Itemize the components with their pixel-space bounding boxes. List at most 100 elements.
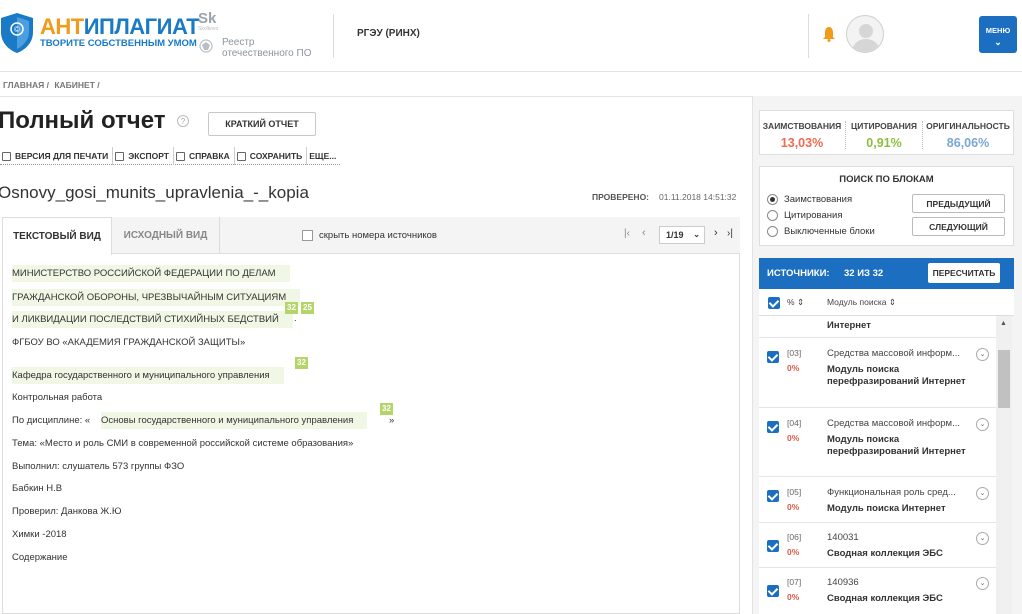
source-module: Модуль поиска перефразирований Интернет [827,434,966,457]
hide-source-numbers-checkbox[interactable] [302,230,313,241]
first-page-icon[interactable]: |‹ [624,228,630,239]
list-item[interactable]: [05] 0% Функциональная роль сред... Моду… [759,477,996,523]
list-item[interactable]: [06] 0% 140031 Сводная коллекция ЭБС ⌄ [759,523,996,568]
source-percent: 0% [787,502,800,512]
source-number: [07] [787,577,802,587]
doc-line: Контрольная работа [12,392,103,403]
antiplagiat-shield-icon[interactable]: © [0,12,34,54]
export-icon [115,151,125,161]
source-module: Сводная коллекция ЭБС [827,593,943,604]
doc-line: Проверил: Данкова Ж.Ю [12,506,122,517]
radio-borrowings[interactable] [767,194,778,205]
last-page-icon[interactable]: ›| [727,228,733,239]
avatar[interactable] [846,15,884,53]
source-percent: 0% [787,363,800,373]
source-module: Модуль поиска Интернет [827,503,946,514]
print-version-label: ВЕРСИЯ ДЛЯ ПЕЧАТИ [15,151,109,161]
page-select[interactable]: 1/19 ⌄ [659,226,705,244]
list-item[interactable]: [04] 0% Средства массовой информ... Моду… [759,408,996,477]
list-item[interactable]: [07] 0% 140936 Сводная коллекция ЭБС ⌄ [759,568,996,614]
citations-value: 0,91% [866,136,902,150]
prev-page-icon[interactable]: ‹ [642,227,646,239]
tab-source-view[interactable]: ИСХОДНЫЙ ВИД [112,217,220,254]
brand-name[interactable]: АНТИПЛАГИАТ [40,14,200,40]
organization-name: РГЭУ (РИНХ) [357,28,420,39]
borrowings-label: ЗАИМСТВОВАНИЯ [762,121,842,131]
scroll-up-icon[interactable]: ▲ [1000,320,1007,327]
doc-line: И ЛИКВИДАЦИИ ПОСЛЕДСТВИЙ СТИХИЙНЫХ БЕДСТ… [12,311,293,328]
source-number: [06] [787,532,802,542]
eagle-emblem-icon [199,39,213,53]
source-number-tag[interactable]: 32 [295,357,308,369]
radio-citations[interactable] [767,210,778,221]
svg-text:©: © [14,25,20,34]
tab-text-view[interactable]: ТЕКСТОВЫЙ ВИД [2,217,112,255]
radio-disabled-blocks[interactable] [767,226,778,237]
header-divider [808,14,809,58]
save-button[interactable]: СОХРАНИТЬ [235,147,308,165]
short-report-button[interactable]: КРАТКИЙ ОТЧЕТ [208,112,316,136]
col-module[interactable]: Модуль поиска ⇕ [827,297,896,308]
save-label: СОХРАНИТЬ [249,151,303,161]
breadcrumb-cabinet[interactable]: КАБИНЕТ / [54,80,99,90]
page-title: Полный отчет [0,107,166,134]
source-name[interactable]: Средства массовой информ... [827,418,960,429]
brand-tagline: ТВОРИТЕ СОБСТВЕННЫМ УМОМ [40,38,197,49]
select-all-checkbox[interactable] [768,297,780,309]
doc-line: Бабкин Н.В [12,483,63,494]
list-item[interactable]: Интернет [759,316,996,338]
bell-icon[interactable] [822,26,836,42]
recalculate-button[interactable]: ПЕРЕСЧИТАТЬ [928,263,1000,283]
chevron-down-icon[interactable]: ⌄ [976,532,989,545]
next-block-button[interactable]: СЛЕДУЮЩИЙ [912,217,1005,236]
source-percent: 0% [787,547,800,557]
breadcrumb: ГЛАВНАЯ / КАБИНЕТ / [3,80,103,90]
print-version-button[interactable]: ВЕРСИЯ ДЛЯ ПЕЧАТИ [0,147,114,165]
export-label: ЭКСПОРТ [128,151,169,161]
chevron-down-icon[interactable]: ⌄ [976,418,989,431]
sort-icon: ⇕ [888,297,896,307]
source-checkbox[interactable] [767,540,779,552]
source-number-tag[interactable]: 25 [301,302,314,314]
sources-list: Интернет [03] 0% Средства массовой инфор… [759,316,996,614]
source-checkbox[interactable] [767,351,779,363]
chevron-down-icon[interactable]: ⌄ [976,487,989,500]
certificate-icon [175,151,185,161]
source-module: Сводная коллекция ЭБС [827,548,943,559]
breadcrumb-home[interactable]: ГЛАВНАЯ / [3,80,49,90]
source-name[interactable]: Функциональная роль сред... [827,487,956,498]
export-button[interactable]: ЭКСПОРТ [113,147,174,165]
source-checkbox[interactable] [767,421,779,433]
source-checkbox[interactable] [767,585,779,597]
next-page-icon[interactable]: › [714,227,718,239]
originality-value: 86,06% [946,136,990,150]
citations-label: ЦИТИРОВАНИЯ [851,121,917,131]
source-module: Модуль поиска перефразирований Интернет [827,364,966,387]
col-percent[interactable]: % ⇕ [787,297,804,308]
sources-scrollbar-thumb[interactable] [998,350,1010,408]
source-name[interactable]: 140936 [827,577,859,588]
doc-line-dot: . [294,313,297,324]
more-button[interactable]: ЕЩЕ... [307,147,340,165]
source-name[interactable]: 140031 [827,532,859,543]
previous-block-button[interactable]: ПРЕДЫДУЩИЙ [912,194,1005,213]
report-toolbar: ВЕРСИЯ ДЛЯ ПЕЧАТИ ЭКСПОРТ СПРАВКА СОХРАН… [0,147,341,165]
save-icon [236,151,246,161]
hide-source-numbers-label: скрыть номера источников [319,230,437,241]
borrowings-value: 13,03% [780,136,824,150]
originality-label: ОРИГИНАЛЬНОСТЬ [926,121,1010,131]
source-number-tag[interactable]: 32 [380,403,393,415]
doc-line: МИНИСТЕРСТВО РОССИЙСКОЙ ФЕДЕРАЦИИ ПО ДЕЛ… [12,265,290,282]
chevron-down-icon[interactable]: ⌄ [976,348,989,361]
source-name[interactable]: Средства массовой информ... [827,348,960,359]
doc-line: Основы государственного и муниципального… [101,412,368,429]
help-icon[interactable]: ? [177,115,189,127]
list-item[interactable]: [03] 0% Средства массовой информ... Моду… [759,338,996,408]
menu-button[interactable]: МЕНЮ ⌄ [979,16,1017,53]
source-checkbox[interactable] [767,490,779,502]
source-number: [03] [787,348,802,358]
stats-divider [922,121,923,149]
certificate-button[interactable]: СПРАВКА [174,147,235,165]
chevron-down-icon[interactable]: ⌄ [976,577,989,590]
sources-column-header: % ⇕ Модуль поиска ⇕ [759,289,1014,316]
